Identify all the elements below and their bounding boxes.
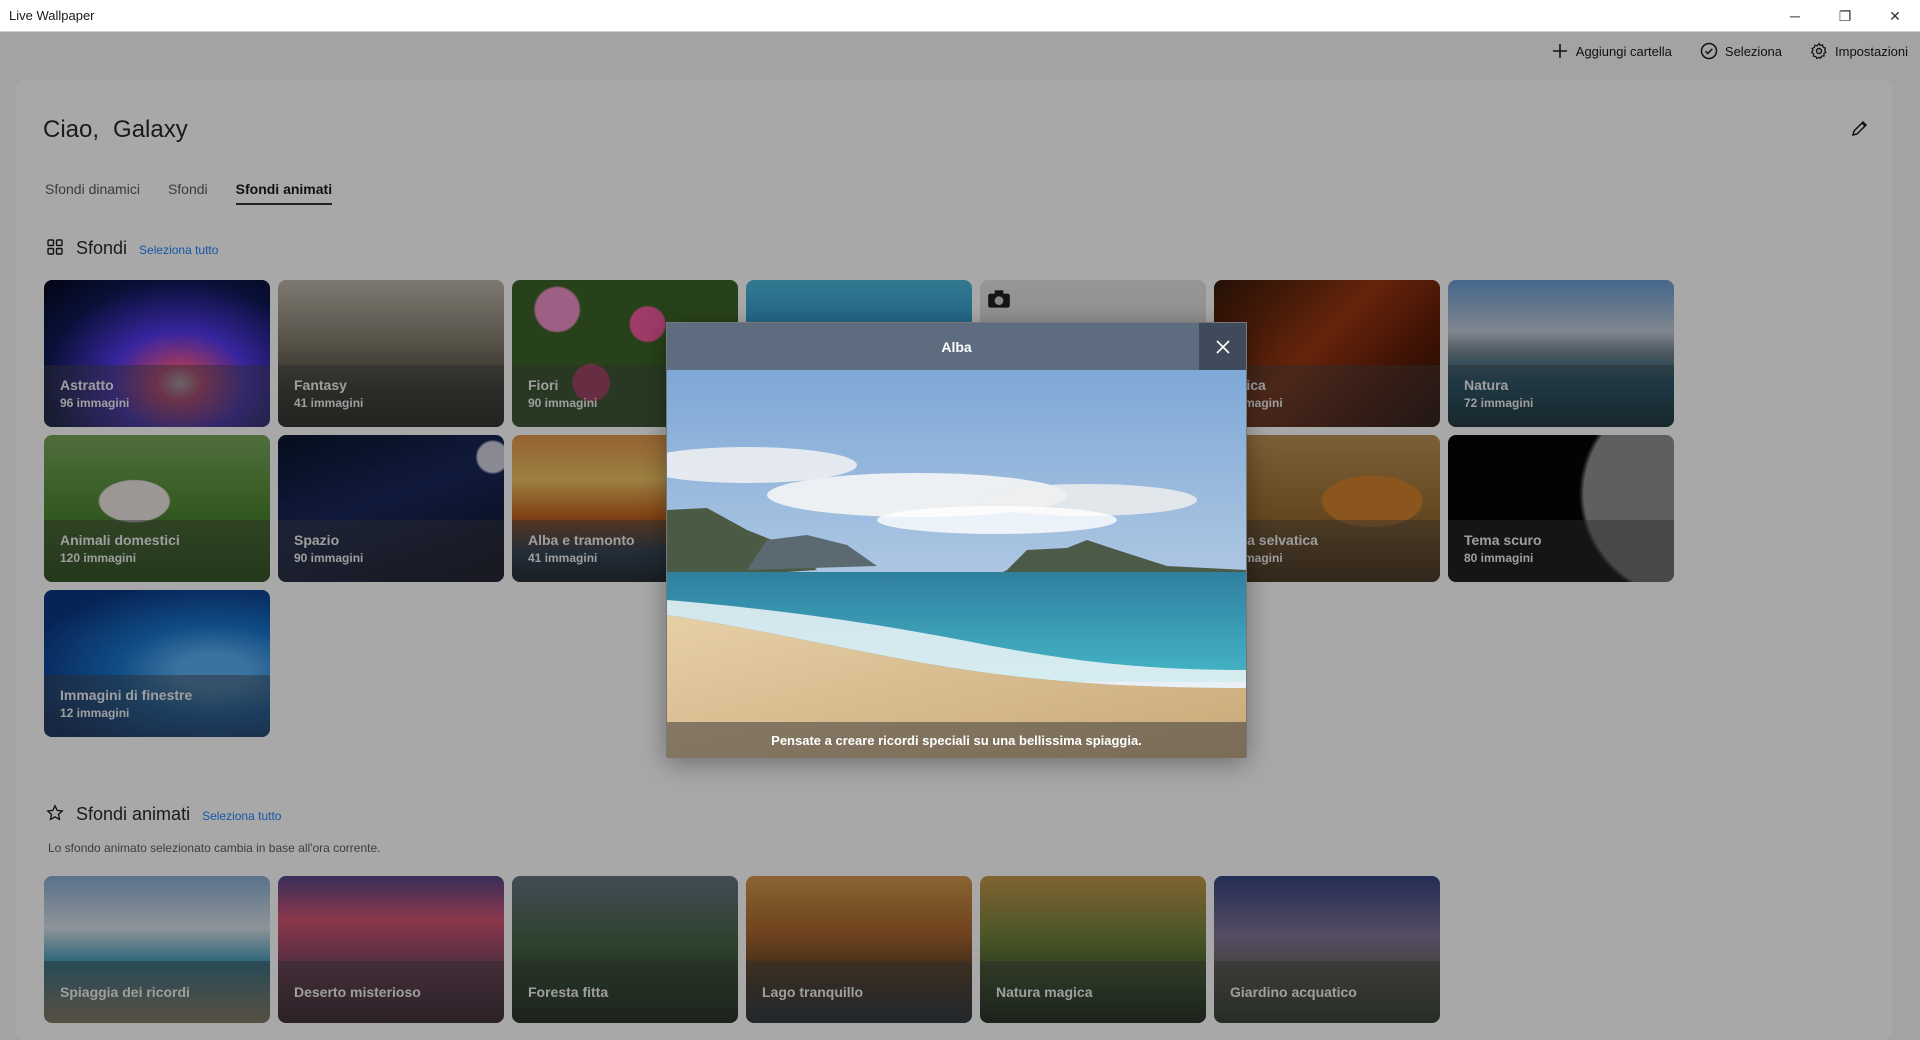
restore-icon: ❐ <box>1838 7 1852 24</box>
tile-astratto[interactable]: Astratto 96 immagini <box>44 280 270 427</box>
tab-label: Sfondi <box>167 181 208 197</box>
tile-name: usica <box>1230 377 1266 393</box>
tile-count: 72 immagini <box>1464 396 1534 410</box>
tile-deserto-misterioso[interactable]: Deserto misterioso <box>278 876 504 1023</box>
tile-tema-scuro[interactable]: Tema scuro 80 immagini <box>1448 435 1674 582</box>
tile-immagini-di-finestre[interactable]: Immagini di finestre 12 immagini <box>44 590 270 737</box>
tile-musica[interactable]: usica immagini <box>1214 280 1440 427</box>
animated-section-header: Sfondi animati Seleziona tutto <box>46 802 281 825</box>
beach-picture <box>667 370 1246 758</box>
tile-count: 90 immagini <box>294 551 364 565</box>
animated-select-all-link[interactable]: Seleziona tutto <box>202 809 281 823</box>
plus-icon <box>1552 44 1567 58</box>
tile-name: Astratto <box>60 377 114 393</box>
tile-count: 12 immagini <box>60 706 130 720</box>
tile-name: Lago tranquillo <box>762 984 864 1000</box>
tab-label: Sfondi animati <box>235 181 333 197</box>
tile-name: Fantasy <box>294 377 347 393</box>
star-icon <box>46 804 64 821</box>
tile-name: Spazio <box>294 532 340 548</box>
preview-dialog: Alba Pensate a creare ricordi speciali s… <box>666 322 1247 758</box>
tile-name: Immagini di finestre <box>60 687 193 703</box>
tile-name: Natura <box>1464 377 1509 393</box>
window-controls: ─ ❐ ✕ <box>1770 0 1920 32</box>
tile-animali-domestici[interactable]: Animali domestici 120 immagini <box>44 435 270 582</box>
tile-name: una selvatica <box>1230 532 1318 548</box>
tile-count: 120 immagini <box>60 551 137 565</box>
add-folder-button[interactable]: Aggiungi cartella <box>1551 42 1672 60</box>
gear-icon <box>1810 42 1827 60</box>
tab-sfondi-animati[interactable]: Sfondi animati <box>235 181 333 205</box>
close-window-button[interactable]: ✕ <box>1870 0 1920 32</box>
tile-lago-tranquillo[interactable]: Lago tranquillo <box>746 876 972 1023</box>
add-folder-label: Aggiungi cartella <box>1575 43 1672 59</box>
pencil-icon[interactable] <box>1850 118 1870 138</box>
greeting-hello: Ciao, <box>43 116 100 143</box>
tab-label: Sfondi dinamici <box>45 181 140 197</box>
check-circle-icon <box>1700 42 1718 60</box>
tab-bar: Sfondi dinamici Sfondi Sfondi animati <box>45 181 333 205</box>
tile-natura[interactable]: Natura 72 immagini <box>1448 280 1674 427</box>
settings-button[interactable]: Impostazioni <box>1810 42 1908 60</box>
command-bar: Aggiungi cartella Seleziona Impostazioni <box>1551 32 1920 70</box>
tile-spiaggia-dei-ricordi[interactable]: Spiaggia dei ricordi <box>44 876 270 1023</box>
dialog-header: Alba <box>667 323 1246 370</box>
restore-button[interactable]: ❐ <box>1820 0 1870 32</box>
close-icon <box>1215 339 1230 354</box>
greeting: Ciao, Galaxy <box>43 116 188 144</box>
tile-fantasy[interactable]: Fantasy 41 immagini <box>278 280 504 427</box>
minimize-icon: ─ <box>1790 8 1800 24</box>
camera-icon <box>988 290 1010 308</box>
tile-fauna-selvatica[interactable]: una selvatica immagini <box>1214 435 1440 582</box>
tab-sfondi-dinamici[interactable]: Sfondi dinamici <box>45 181 140 205</box>
tile-count: 80 immagini <box>1464 551 1534 565</box>
wallpapers-section-title: Sfondi <box>76 238 128 258</box>
grid-icon <box>47 239 63 255</box>
wallpapers-select-all-link[interactable]: Seleziona tutto <box>139 243 218 257</box>
tile-name: Tema scuro <box>1464 532 1542 548</box>
animated-section-title: Sfondi animati <box>76 804 191 824</box>
tile-count: 41 immagini <box>294 396 364 410</box>
tile-name: Natura magica <box>996 984 1093 1000</box>
tile-name: Animali domestici <box>60 532 180 548</box>
greeting-name: Galaxy <box>113 116 188 143</box>
tile-name: Spiaggia dei ricordi <box>60 984 190 1000</box>
wallpapers-section-header: Sfondi Seleziona tutto <box>46 236 218 259</box>
tile-name: Deserto misterioso <box>294 984 421 1000</box>
close-icon: ✕ <box>1889 7 1901 24</box>
dialog-title: Alba <box>941 338 972 355</box>
tile-count: immagini <box>1230 396 1283 410</box>
tile-count: 96 immagini <box>60 396 130 410</box>
tab-sfondi[interactable]: Sfondi <box>168 181 208 205</box>
preview-image: Pensate a creare ricordi speciali su una… <box>667 370 1246 758</box>
settings-label: Impostazioni <box>1835 43 1908 59</box>
title-bar: Live Wallpaper ─ ❐ ✕ <box>0 0 1920 32</box>
tile-count: immagini <box>1230 551 1283 565</box>
dialog-close-button[interactable] <box>1199 323 1246 370</box>
select-button[interactable]: Seleziona <box>1700 42 1782 60</box>
tile-spazio[interactable]: Spazio 90 immagini <box>278 435 504 582</box>
tile-name: Foresta fitta <box>528 984 609 1000</box>
tile-foresta-fitta[interactable]: Foresta fitta <box>512 876 738 1023</box>
animated-section-description: Lo sfondo animato selezionato cambia in … <box>48 841 381 855</box>
minimize-button[interactable]: ─ <box>1770 0 1820 32</box>
tile-natura-magica[interactable]: Natura magica <box>980 876 1206 1023</box>
select-label: Seleziona <box>1724 43 1783 59</box>
dialog-caption: Pensate a creare ricordi speciali su una… <box>667 722 1246 758</box>
tile-giardino-acquatico[interactable]: Giardino acquatico <box>1214 876 1440 1023</box>
app-title: Live Wallpaper <box>9 8 95 23</box>
tile-name: Giardino acquatico <box>1230 984 1357 1000</box>
